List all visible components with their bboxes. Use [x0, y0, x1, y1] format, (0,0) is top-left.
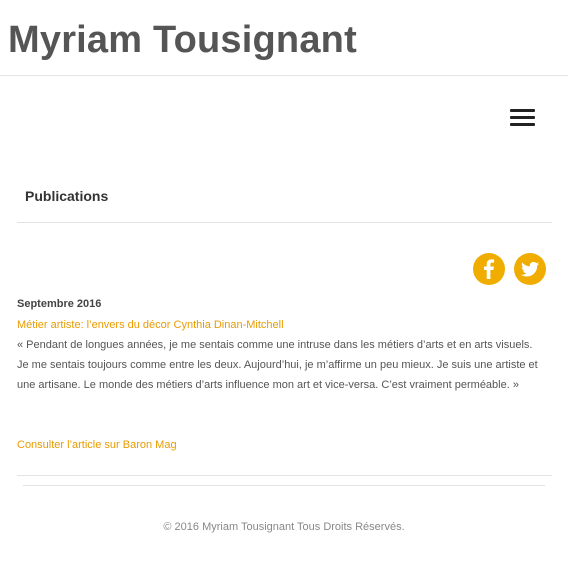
post-divider	[17, 475, 552, 476]
footer-copyright: © 2016 Myriam Tousignant Tous Droits Rés…	[163, 521, 405, 533]
title-divider	[17, 222, 552, 223]
hamburger-menu-icon[interactable]	[507, 106, 537, 130]
twitter-icon	[521, 261, 539, 277]
article-link[interactable]: Consulter l’article sur Baron Mag	[17, 437, 177, 453]
page-title: Publications	[25, 188, 109, 204]
post-quote: « Pendant de longues années, je me senta…	[17, 339, 538, 391]
post-date: Septembre 2016	[17, 298, 102, 310]
facebook-share-button[interactable]	[473, 253, 505, 285]
post-title-link[interactable]: Métier artiste: l’envers du décor Cynthi…	[17, 317, 284, 333]
site-title[interactable]: Myriam Tousignant	[8, 14, 357, 66]
footer-divider	[23, 485, 545, 486]
facebook-icon	[484, 259, 495, 279]
header-divider	[0, 75, 568, 76]
twitter-share-button[interactable]	[514, 253, 546, 285]
